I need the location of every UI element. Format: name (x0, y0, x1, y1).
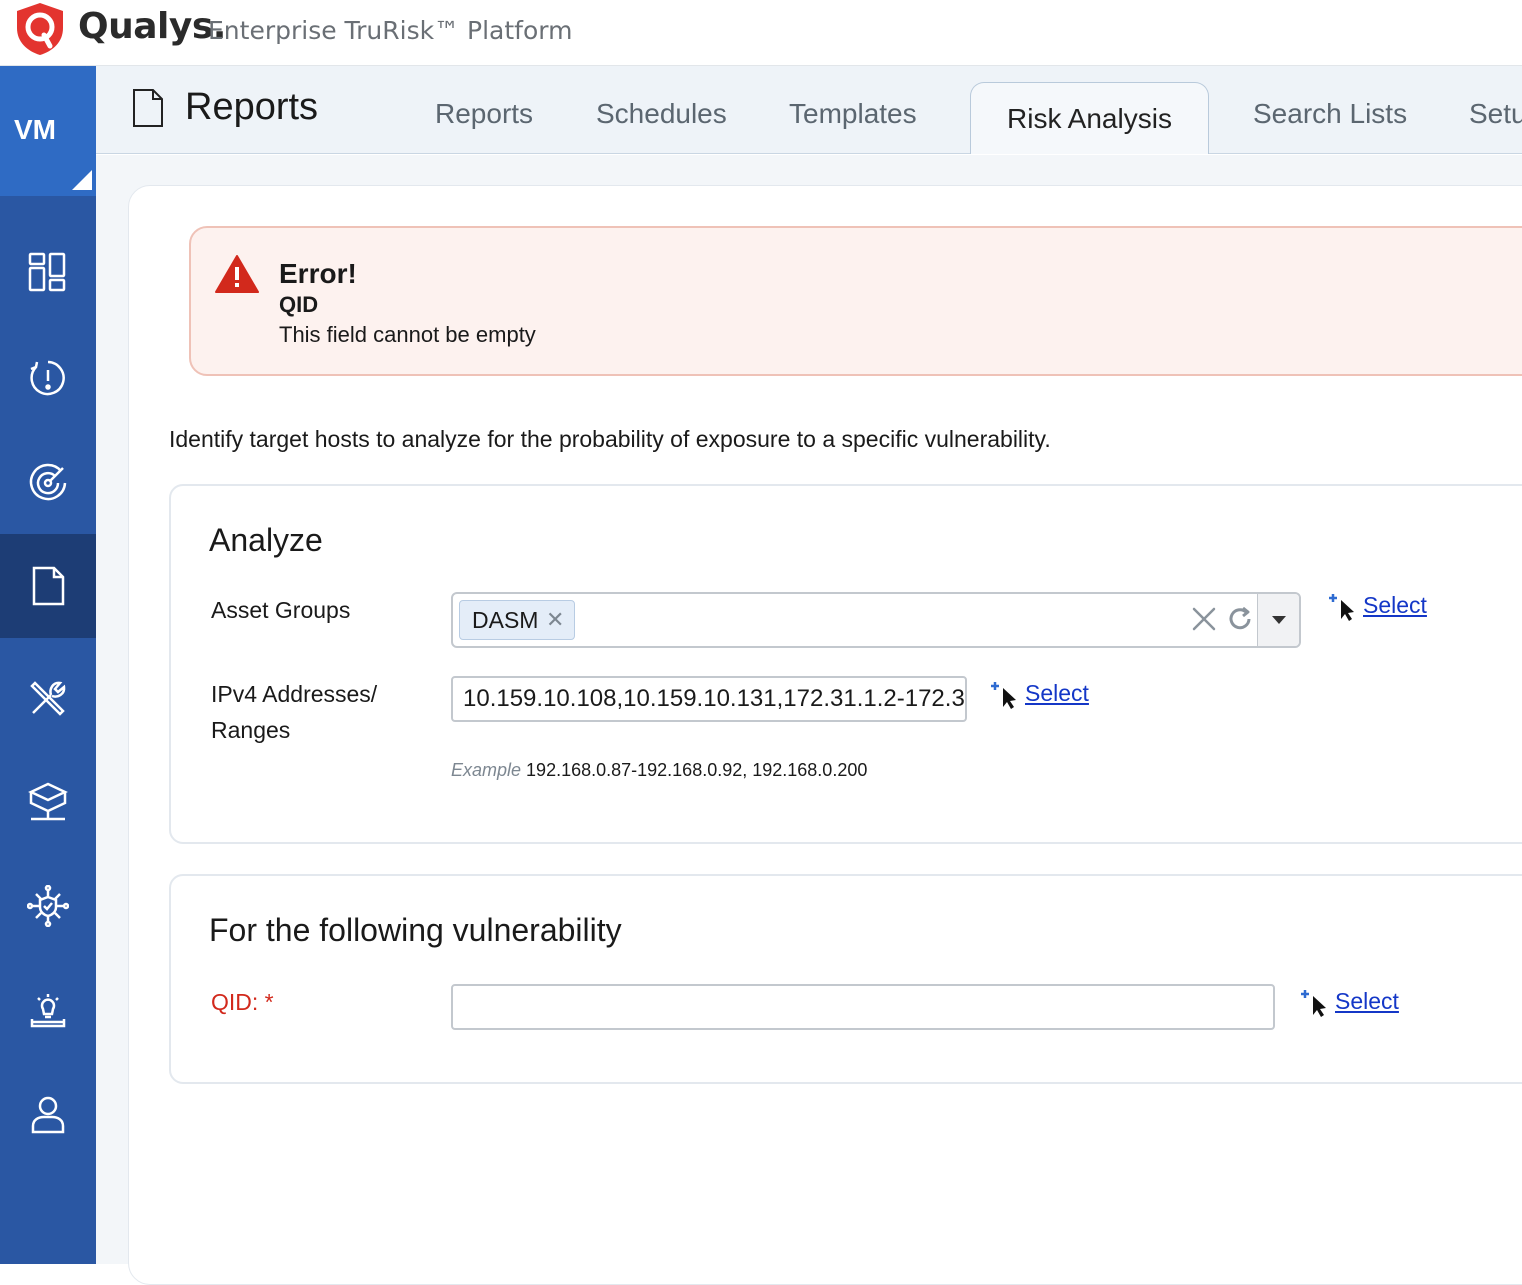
sidebar-item-tools[interactable] (0, 646, 96, 750)
vulnerability-section: For the following vulnerability QID: * S… (169, 874, 1522, 1084)
select-link-label: Select (1025, 680, 1089, 706)
error-field: QID (279, 292, 319, 317)
reports-page-icon (133, 89, 163, 127)
select-link-label: Select (1335, 988, 1399, 1014)
sidebar-item-scans[interactable] (0, 430, 96, 534)
platform-name: Enterprise TruRisk™ Platform (208, 16, 573, 45)
chevron-down-icon[interactable] (1257, 594, 1299, 646)
vulnerability-title: For the following vulnerability (209, 912, 622, 948)
tab-templates[interactable]: Templates (789, 98, 917, 130)
tab-reports[interactable]: Reports (435, 98, 533, 130)
sidebar: VM (0, 66, 96, 1264)
scan-radar-icon (29, 463, 67, 501)
brand-name: Qualys. (78, 6, 226, 47)
app-switcher[interactable]: VM (0, 66, 96, 196)
ipv4-label-line1: IPv4 Addresses/ (211, 681, 378, 707)
ipv4-select-link[interactable]: Select (989, 680, 1089, 710)
ipv4-label: IPv4 Addresses/ Ranges (211, 676, 377, 748)
qualys-logo-icon[interactable] (14, 2, 66, 56)
content-area: Error! QID This field cannot be empty Id… (96, 155, 1522, 1285)
tab-setup[interactable]: Setu (1469, 98, 1522, 130)
users-icon (31, 1096, 65, 1134)
chip-remove-icon[interactable]: ✕ (546, 601, 564, 639)
sidebar-item-knowledgebase[interactable] (0, 958, 96, 1062)
ipv4-input[interactable]: 10.159.10.108,10.159.10.131,172.31.1.2-1… (451, 676, 967, 722)
asset-group-chip: DASM ✕ (459, 600, 576, 640)
sidebar-item-reports[interactable] (0, 534, 96, 638)
top-bar: Qualys. Enterprise TruRisk™ Platform (0, 0, 1522, 66)
intro-text: Identify target hosts to analyze for the… (169, 426, 1051, 452)
sidebar-item-alerts[interactable] (0, 326, 96, 430)
sidebar-item-threat-protection[interactable] (0, 854, 96, 958)
assets-network-icon (28, 782, 68, 821)
sidebar-item-users[interactable] (0, 1062, 96, 1166)
alert-clock-icon (30, 360, 65, 396)
app-label: VM (14, 114, 56, 145)
cursor-plus-icon (1329, 594, 1354, 621)
tools-icon (30, 681, 66, 716)
cursor-plus-icon (1301, 990, 1326, 1017)
knowledgebase-icon (30, 994, 66, 1028)
app-switcher-corner-icon (72, 170, 92, 190)
qid-label: QID: * (211, 989, 274, 1015)
tab-risk-analysis[interactable]: Risk Analysis (970, 82, 1209, 154)
tab-schedules[interactable]: Schedules (596, 98, 727, 130)
asset-groups-label: Asset Groups (211, 597, 351, 623)
risk-analysis-card: Error! QID This field cannot be empty Id… (128, 185, 1522, 1285)
ipv4-label-line2: Ranges (211, 717, 291, 743)
qid-input[interactable] (451, 984, 1275, 1030)
cursor-plus-icon (991, 682, 1016, 709)
select-link-label: Select (1363, 592, 1427, 618)
sidebar-item-assets[interactable] (0, 750, 96, 854)
ipv4-example: Example 192.168.0.87-192.168.0.92, 192.1… (451, 760, 867, 781)
warning-triangle-icon (215, 255, 259, 293)
reports-tab-bar: Reports Reports Schedules Templates Risk… (96, 66, 1522, 154)
threat-protection-icon (27, 885, 69, 927)
example-prefix: Example (451, 760, 522, 780)
asset-groups-select[interactable]: DASM ✕ (451, 592, 1301, 648)
asset-group-chip-label: DASM (472, 607, 539, 633)
analyze-title: Analyze (209, 522, 323, 558)
dashboard-icon (28, 252, 66, 292)
asset-groups-select-link[interactable]: Select (1327, 592, 1427, 622)
example-value: 192.168.0.87-192.168.0.92, 192.168.0.200 (526, 760, 868, 780)
refresh-icon[interactable] (1225, 604, 1255, 634)
page-title: Reports (185, 86, 319, 128)
error-title: Error! (279, 258, 357, 289)
analyze-section: Analyze Asset Groups DASM ✕ Select IPv4 … (169, 484, 1522, 844)
qid-select-link[interactable]: Select (1299, 988, 1399, 1018)
error-message: This field cannot be empty (279, 322, 536, 347)
error-message-box: Error! QID This field cannot be empty (189, 226, 1522, 376)
tab-search-lists[interactable]: Search Lists (1253, 98, 1407, 130)
clear-icon[interactable] (1189, 604, 1219, 634)
reports-document-icon (32, 566, 65, 606)
sidebar-item-dashboard[interactable] (0, 220, 96, 324)
